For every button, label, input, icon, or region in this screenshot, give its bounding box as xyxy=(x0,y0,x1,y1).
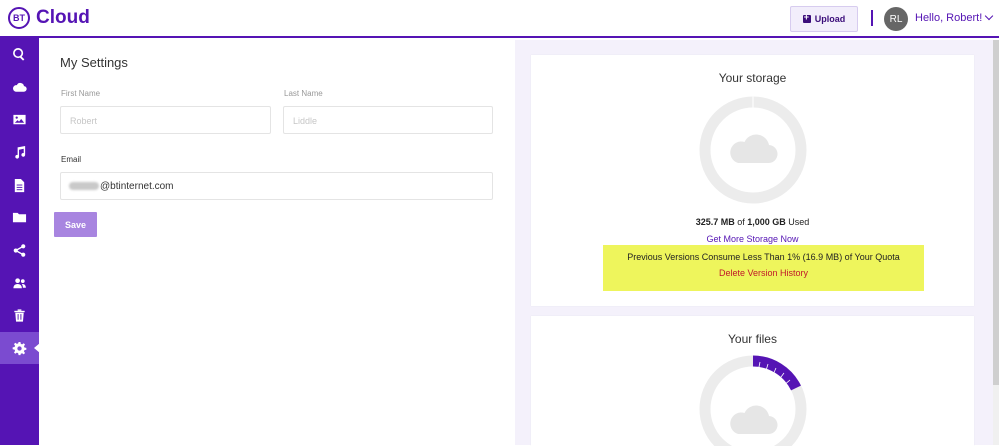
sidebar-item-cloud[interactable] xyxy=(0,71,39,103)
version-history-notice: Previous Versions Consume Less Than 1% (… xyxy=(603,245,924,291)
files-card: Your files xyxy=(531,316,974,446)
first-name-label: First Name xyxy=(61,89,101,98)
top-bar: BT Cloud Upload RL Hello, Robert! xyxy=(0,0,999,38)
gear-icon xyxy=(12,341,27,355)
summary-pane: Your storage 325.7 MB of 1,000 GB Used G… xyxy=(515,40,999,446)
bt-logo-badge: BT xyxy=(8,7,30,29)
storage-used-text: 325.7 MB of 1,000 GB Used xyxy=(531,217,974,227)
cloud-icon xyxy=(12,82,27,92)
sidebar-item-folders[interactable] xyxy=(0,201,39,233)
redacted-email-user xyxy=(69,182,99,190)
storage-title: Your storage xyxy=(718,71,787,85)
sidebar-item-music[interactable] xyxy=(0,136,39,168)
total-amount: 1,000 GB xyxy=(747,217,786,227)
chevron-down-icon xyxy=(985,11,994,21)
logo-text: Cloud xyxy=(36,7,90,28)
upload-plus-icon xyxy=(802,12,811,23)
bt-cloud-logo[interactable]: BT Cloud xyxy=(8,7,90,29)
music-icon xyxy=(15,145,26,159)
get-more-storage-link[interactable]: Get More Storage Now xyxy=(531,234,974,244)
storage-card: Your storage 325.7 MB of 1,000 GB Used G… xyxy=(531,55,974,306)
sidebar-item-shared[interactable] xyxy=(0,234,39,266)
trash-icon xyxy=(14,308,25,322)
email-domain: @btinternet.com xyxy=(100,180,174,192)
sidebar-item-search[interactable] xyxy=(0,38,39,70)
sidebar xyxy=(0,38,40,445)
storage-donut-chart xyxy=(699,96,807,204)
last-name-label: Last Name xyxy=(284,89,323,98)
files-title: Your files xyxy=(728,332,777,346)
folder-icon xyxy=(12,212,27,222)
delete-version-history-link[interactable]: Delete Version History xyxy=(603,268,924,278)
upload-button[interactable]: Upload xyxy=(790,6,858,32)
header-divider xyxy=(871,10,873,26)
email-field[interactable]: @btinternet.com xyxy=(60,172,493,200)
page-scrollbar-thumb[interactable] xyxy=(993,40,999,385)
avatar[interactable]: RL xyxy=(884,7,908,31)
page-title: My Settings xyxy=(60,55,128,70)
used-suffix: Used xyxy=(785,217,810,227)
sidebar-item-trash[interactable] xyxy=(0,299,39,331)
image-icon xyxy=(13,114,26,124)
cloud-icon xyxy=(730,134,778,164)
version-notice-text: Previous Versions Consume Less Than 1% (… xyxy=(627,252,900,262)
contacts-icon xyxy=(13,277,26,288)
first-name-field[interactable]: Robert xyxy=(60,106,271,134)
last-name-field[interactable]: Liddle xyxy=(283,106,493,134)
save-button[interactable]: Save xyxy=(54,212,97,237)
sidebar-item-settings[interactable] xyxy=(0,332,40,364)
document-icon xyxy=(14,178,25,192)
user-menu[interactable]: Hello, Robert! xyxy=(915,11,994,24)
sidebar-item-photos[interactable] xyxy=(0,103,39,135)
sidebar-item-documents[interactable] xyxy=(0,169,39,201)
used-amount: 325.7 MB xyxy=(695,217,735,227)
files-donut-chart xyxy=(699,355,807,446)
share-icon xyxy=(13,243,26,257)
of-text: of xyxy=(734,217,748,227)
cloud-icon xyxy=(730,405,778,435)
email-label: Email xyxy=(61,155,82,164)
search-icon xyxy=(13,47,25,61)
settings-panel: My Settings First Name Robert Last Name … xyxy=(39,40,515,445)
upload-label: Upload xyxy=(814,14,846,24)
sidebar-item-contacts[interactable] xyxy=(0,267,39,299)
greeting-text: Hello, Robert! xyxy=(915,12,983,24)
